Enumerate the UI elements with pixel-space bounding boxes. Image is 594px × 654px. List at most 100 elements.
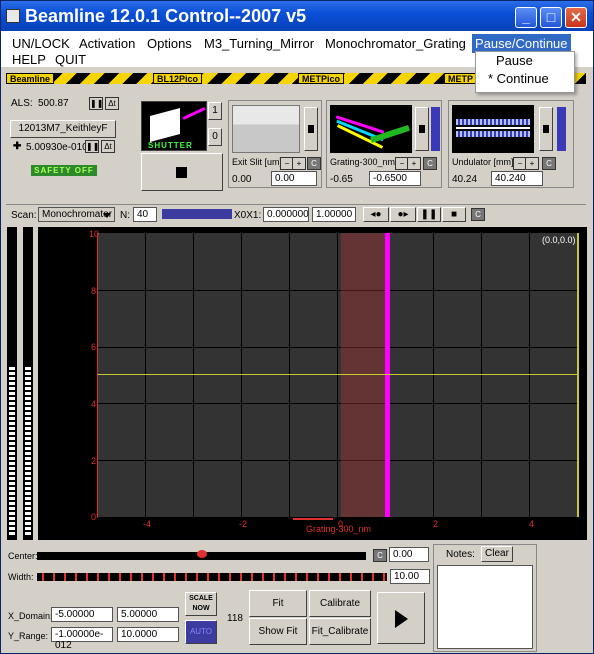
plus-button[interactable]: +	[525, 157, 539, 170]
maximize-button[interactable]: □	[540, 7, 562, 28]
menu-m3-turning-mirror[interactable]: M3_Turning_Mirror	[201, 34, 317, 53]
scan-forward-button[interactable]: ●▸	[390, 207, 416, 222]
x-tick-label: 2	[433, 519, 439, 529]
center-slider-thumb[interactable]	[197, 550, 207, 558]
als-value: 500.87	[38, 98, 69, 109]
x-axis-label: Grating-300_nm	[306, 524, 372, 534]
undulator-panel: Undulator [mm] − + C 40.24 40.240	[448, 100, 574, 188]
menu-quit[interactable]: QUIT	[52, 50, 89, 69]
c-button[interactable]: C	[471, 208, 485, 221]
scan-stop-button[interactable]: ■	[442, 207, 466, 222]
scan-label: Scan:	[11, 210, 37, 221]
grating-scale	[431, 107, 440, 151]
run-button[interactable]	[377, 592, 425, 644]
als-label: ALS:	[11, 98, 33, 109]
menu-item-pause[interactable]: Pause	[476, 52, 574, 70]
grating-read: -0.65	[330, 174, 353, 185]
pause-icon[interactable]: ❚❚	[85, 140, 99, 153]
grating-label: Grating-300_nm	[330, 157, 396, 167]
show-fit-button[interactable]: Show Fit	[249, 618, 307, 645]
shutter-graphic	[150, 107, 180, 143]
right-edge-marker	[577, 233, 579, 517]
menu-help[interactable]: HELP	[9, 50, 49, 69]
n-input[interactable]: 40	[133, 207, 157, 222]
device-button[interactable]: 12013M7_KeithleyF	[10, 120, 116, 138]
pause-icon[interactable]: ❚❚	[89, 97, 103, 110]
x-tick-label: 4	[529, 519, 535, 529]
x-axis-marker	[293, 518, 333, 520]
y-tick-label: 6	[91, 342, 97, 352]
grating-jog[interactable]	[415, 107, 429, 151]
main-window: Beamline 12.0.1 Control--2007 v5 _ □ ✕ U…	[0, 0, 594, 654]
pause-continue-dropdown: Pause * Continue	[475, 51, 575, 93]
count-value: 118	[227, 613, 243, 624]
menu-monochromator-grating[interactable]: Monochromator_Grating	[322, 34, 469, 53]
shutter-close-button[interactable]: 0	[208, 128, 222, 146]
shutter-open-button[interactable]: 1	[208, 102, 222, 120]
c-button[interactable]: C	[373, 549, 387, 562]
scan-pause-button[interactable]: ❚❚	[417, 207, 441, 222]
x0-input[interactable]: 0.000000	[263, 207, 309, 222]
center-input[interactable]: 0.00	[389, 547, 429, 562]
y-tick-label: 10	[89, 229, 100, 239]
window-title: Beamline 12.0.1 Control--2007 v5	[25, 6, 307, 26]
exit-slit-jog[interactable]	[304, 107, 318, 151]
auto-button[interactable]: AUTO	[185, 620, 217, 644]
dropdown-arrow-icon[interactable]	[103, 213, 111, 218]
clear-button[interactable]: Clear	[481, 546, 513, 562]
close-button[interactable]: ✕	[565, 7, 587, 28]
scan-progress-bar	[162, 209, 232, 219]
exit-slit-set[interactable]: 0.00	[271, 171, 317, 186]
hazard-label-metp: METP	[444, 73, 478, 84]
scan-back-button[interactable]: ◂●	[363, 207, 389, 222]
notes-textarea[interactable]	[437, 565, 533, 649]
menu-options[interactable]: Options	[144, 34, 195, 53]
x1-input[interactable]: 1.00000	[312, 207, 356, 222]
fit-calibrate-button[interactable]: Fit_Calibrate	[309, 618, 371, 645]
undulator-graphic	[452, 105, 534, 153]
plot-grid[interactable]: (0.0,0.0)	[98, 233, 579, 517]
plus-icon[interactable]: ✚	[13, 141, 21, 152]
y-range-max-input[interactable]: 10.0000	[117, 627, 179, 642]
x-domain-min-input[interactable]: -5.00000	[51, 607, 113, 622]
hazard-label-metpico: METPico	[298, 73, 345, 84]
stop-icon	[176, 167, 187, 178]
undulator-set[interactable]: 40.240	[491, 171, 543, 186]
fit-button[interactable]: Fit	[249, 590, 307, 617]
x-domain-max-input[interactable]: 5.00000	[117, 607, 179, 622]
grating-set[interactable]: -0.6500	[369, 171, 421, 186]
undulator-jog[interactable]	[539, 107, 553, 151]
plus-button[interactable]: +	[292, 157, 306, 170]
meter-left-2	[23, 227, 33, 540]
horizontal-marker	[98, 374, 578, 375]
undulator-scale	[557, 107, 566, 151]
shutter-panel: SHUTTER	[141, 101, 207, 151]
width-input[interactable]: 10.00	[390, 569, 430, 584]
y-axis-line	[97, 233, 98, 518]
width-slider[interactable]	[37, 573, 387, 581]
y-range-min-input[interactable]: -1.00000e-012	[51, 627, 113, 651]
undulator-read: 40.24	[452, 174, 478, 185]
delta-t-icon[interactable]: Δt	[105, 97, 119, 110]
grating-panel: Grating-300_nm − + C -0.65 -0.6500	[326, 100, 442, 188]
exit-slit-panel: Exit Slit [um] − + C 0.00 0.00	[228, 100, 322, 188]
undulator-label: Undulator [mm]	[452, 157, 514, 167]
scale-now-button[interactable]: SCALE NOW	[185, 592, 217, 616]
c-button[interactable]: C	[542, 157, 556, 170]
hazard-label-beamline: Beamline	[6, 73, 55, 84]
calibrate-button[interactable]: Calibrate	[309, 590, 371, 617]
plus-button[interactable]: +	[407, 157, 421, 170]
current-value: 5.00930e-010	[26, 142, 88, 153]
c-button[interactable]: C	[423, 157, 437, 170]
c-button[interactable]: C	[307, 157, 321, 170]
n-label: N:	[120, 210, 130, 221]
x-tick-label: -4	[143, 519, 152, 529]
delta-t-icon[interactable]: Δt	[101, 140, 115, 153]
cursor-line[interactable]	[385, 233, 390, 517]
shutter-stop-button[interactable]	[141, 153, 223, 191]
minimize-button[interactable]: _	[515, 7, 537, 28]
y-tick-label: 2	[91, 456, 97, 466]
width-label: Width:	[8, 572, 34, 582]
safety-indicator: SAFETY OFF	[31, 165, 97, 176]
menu-item-continue[interactable]: * Continue	[476, 70, 574, 88]
